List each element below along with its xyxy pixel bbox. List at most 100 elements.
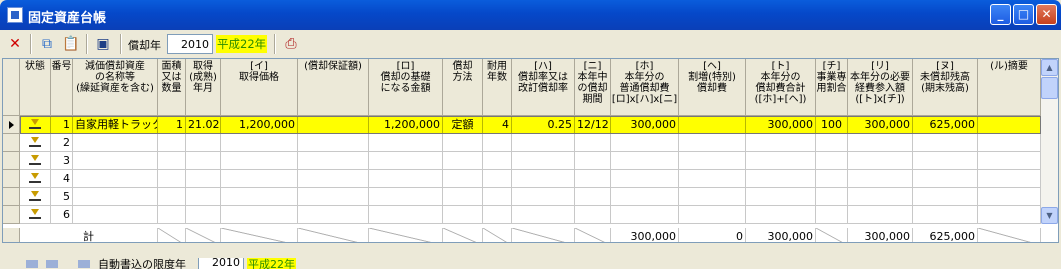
cell-state[interactable]: [20, 170, 51, 188]
table-row[interactable]: 3: [3, 152, 1041, 170]
cell-guarantee[interactable]: [298, 152, 369, 170]
cell-normal_dep[interactable]: [611, 206, 679, 224]
cell-special_dep[interactable]: [679, 188, 746, 206]
scroll-thumb[interactable]: [1041, 77, 1058, 99]
cell-note[interactable]: [978, 152, 1041, 170]
cell-balance[interactable]: 625,000: [913, 116, 978, 134]
column-header-name[interactable]: 減価償却資産 の名称等 (繰延資産を含む): [73, 59, 158, 116]
cell-guarantee[interactable]: [298, 116, 369, 134]
cell-special_dep[interactable]: [679, 206, 746, 224]
column-header-state[interactable]: 状態: [20, 59, 51, 116]
column-header-basis[interactable]: [ロ] 償却の基礎 になる金額: [369, 59, 443, 116]
cell-total_dep[interactable]: [746, 152, 816, 170]
cell-special_dep[interactable]: [679, 116, 746, 134]
cell-note[interactable]: [978, 134, 1041, 152]
cell-price[interactable]: [221, 170, 298, 188]
cell-normal_dep[interactable]: [611, 188, 679, 206]
row-header[interactable]: [3, 188, 20, 206]
column-header-qty[interactable]: 面積 又は 数量: [158, 59, 186, 116]
scroll-up-icon[interactable]: ▲: [1041, 59, 1058, 76]
column-header-biz_ratio[interactable]: [チ] 事業専 用割合: [816, 59, 848, 116]
cell-rate[interactable]: [512, 134, 575, 152]
cell-normal_dep[interactable]: [611, 152, 679, 170]
row-state-icon[interactable]: [29, 119, 41, 130]
cell-months[interactable]: [575, 134, 611, 152]
cell-biz_ratio[interactable]: [816, 152, 848, 170]
cell-state[interactable]: [20, 116, 51, 134]
minimize-button[interactable]: _: [990, 4, 1011, 25]
cell-note[interactable]: [978, 116, 1041, 134]
column-header-note[interactable]: (ル)摘要: [978, 59, 1041, 116]
cell-name[interactable]: [73, 170, 158, 188]
cell-basis[interactable]: [369, 188, 443, 206]
cell-life[interactable]: [483, 134, 512, 152]
cell-expense[interactable]: [848, 188, 913, 206]
row-state-icon[interactable]: [29, 209, 41, 220]
paste-icon[interactable]: 📋: [60, 33, 82, 55]
cell-acq_date[interactable]: [186, 206, 221, 224]
cell-biz_ratio[interactable]: [816, 206, 848, 224]
cell-special_dep[interactable]: [679, 170, 746, 188]
cell-method[interactable]: [443, 188, 483, 206]
row-header[interactable]: [3, 206, 20, 224]
cell-special_dep[interactable]: [679, 152, 746, 170]
cell-qty[interactable]: [158, 170, 186, 188]
auto-write-icon[interactable]: [78, 260, 90, 268]
cell-basis[interactable]: [369, 134, 443, 152]
cell-rate[interactable]: [512, 152, 575, 170]
cell-basis[interactable]: [369, 152, 443, 170]
totals-row[interactable]: 計 300,000 0 300,000 300,000 625,000: [3, 228, 1041, 242]
cell-acq_date[interactable]: 21.02: [186, 116, 221, 134]
column-header-life[interactable]: 耐用 年数: [483, 59, 512, 116]
cell-no[interactable]: 6: [51, 206, 73, 224]
cell-total_dep[interactable]: [746, 170, 816, 188]
cell-name[interactable]: [73, 134, 158, 152]
cell-acq_date[interactable]: [186, 170, 221, 188]
cell-no[interactable]: 1: [51, 116, 73, 134]
title-bar[interactable]: 固定資産台帳 _ □ ✕: [0, 0, 1061, 30]
cell-rate[interactable]: [512, 188, 575, 206]
print-icon[interactable]: ⎙: [280, 33, 302, 55]
cell-total_dep[interactable]: 300,000: [746, 116, 816, 134]
cell-biz_ratio[interactable]: 100: [816, 116, 848, 134]
column-header-rate[interactable]: [ハ] 償却率又は 改訂償却率: [512, 59, 575, 116]
cell-expense[interactable]: 300,000: [848, 116, 913, 134]
cell-qty[interactable]: [158, 152, 186, 170]
cell-name[interactable]: [73, 206, 158, 224]
vertical-scrollbar[interactable]: ▲ ▼: [1041, 59, 1058, 224]
cell-price[interactable]: [221, 206, 298, 224]
cell-balance[interactable]: [913, 152, 978, 170]
cell-method[interactable]: [443, 206, 483, 224]
nav-prev-icon[interactable]: [26, 260, 38, 268]
column-header-months[interactable]: [ニ] 本年中 の償却 期間: [575, 59, 611, 116]
cell-months[interactable]: [575, 206, 611, 224]
copy-icon[interactable]: ⧉: [36, 33, 58, 55]
cell-life[interactable]: [483, 188, 512, 206]
cell-price[interactable]: [221, 152, 298, 170]
cell-biz_ratio[interactable]: [816, 134, 848, 152]
cell-method[interactable]: 定額: [443, 116, 483, 134]
cell-qty[interactable]: [158, 188, 186, 206]
cell-normal_dep[interactable]: 300,000: [611, 116, 679, 134]
row-state-icon[interactable]: [29, 155, 41, 166]
cell-name[interactable]: [73, 188, 158, 206]
row-state-icon[interactable]: [29, 191, 41, 202]
column-header-total_dep[interactable]: [ト] 本年分の 償却費合計 ([ホ]+[ヘ]): [746, 59, 816, 116]
cell-total_dep[interactable]: [746, 188, 816, 206]
cell-months[interactable]: [575, 188, 611, 206]
cell-expense[interactable]: [848, 152, 913, 170]
year-input[interactable]: 2010: [167, 34, 213, 54]
cell-rate[interactable]: [512, 206, 575, 224]
cell-total_dep[interactable]: [746, 206, 816, 224]
cell-name[interactable]: 自家用軽トラック: [73, 116, 158, 134]
cell-acq_date[interactable]: [186, 152, 221, 170]
column-header-method[interactable]: 償却 方法: [443, 59, 483, 116]
cell-months[interactable]: 12/12: [575, 116, 611, 134]
cell-basis[interactable]: 1,200,000: [369, 116, 443, 134]
cell-total_dep[interactable]: [746, 134, 816, 152]
row-state-icon[interactable]: [29, 173, 41, 184]
cell-basis[interactable]: [369, 206, 443, 224]
table-row[interactable]: 4: [3, 170, 1041, 188]
cell-price[interactable]: [221, 188, 298, 206]
scroll-down-icon[interactable]: ▼: [1041, 207, 1058, 224]
